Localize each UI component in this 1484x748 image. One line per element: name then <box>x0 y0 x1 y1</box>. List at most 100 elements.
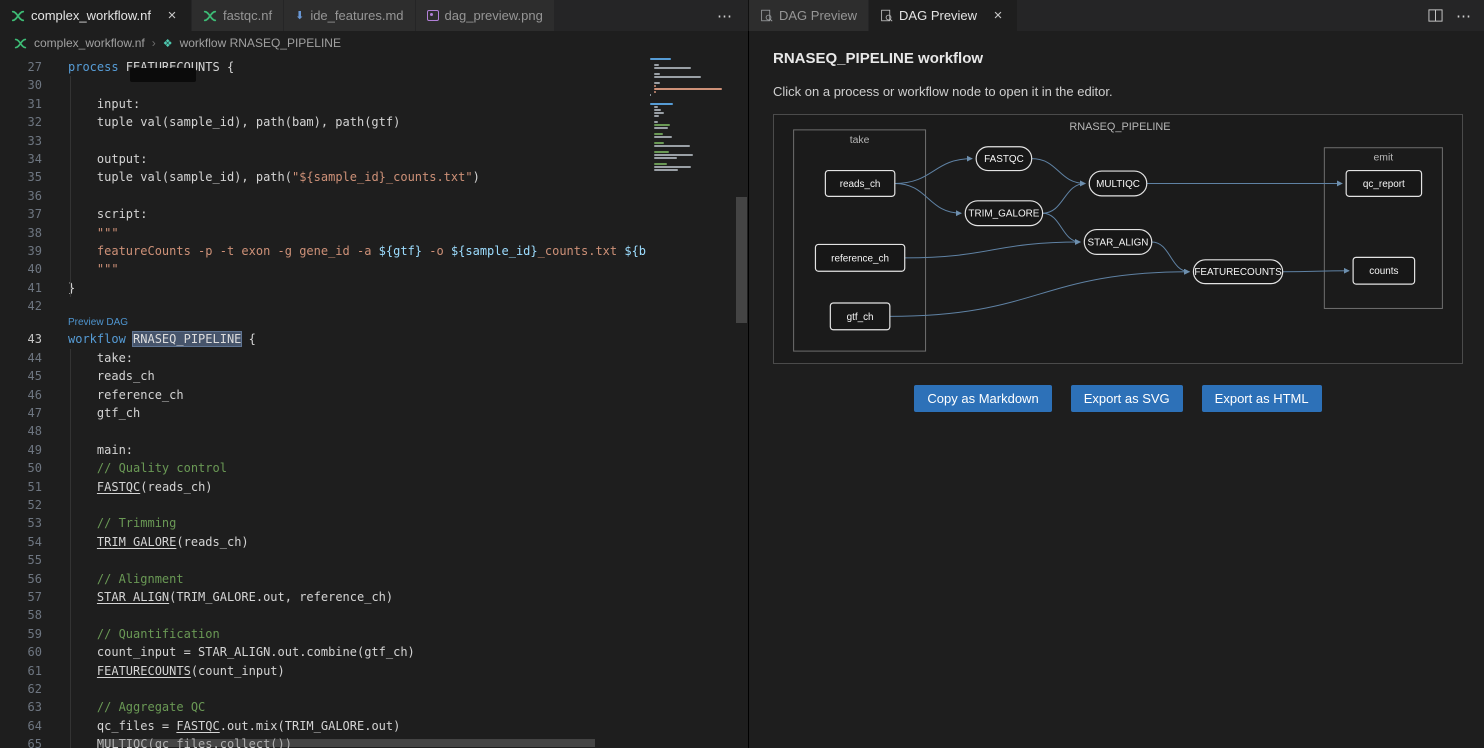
code-line[interactable]: 57 STAR_ALIGN(TRIM_GALORE.out, reference… <box>0 588 748 606</box>
code-line[interactable]: 43workflow RNASEQ_PIPELINE { <box>0 330 748 348</box>
line-number: 39 <box>0 242 42 260</box>
ide-window: complex_workflow.nf × fastqc.nf ⬇ ide_fe… <box>0 0 1484 748</box>
code-line[interactable]: 44 take: <box>0 349 748 367</box>
folded-code-indicator[interactable] <box>130 68 196 82</box>
code-line[interactable]: 46 reference_ch <box>0 386 748 404</box>
line-number: 64 <box>0 717 42 735</box>
dag-node-MULTIQC[interactable]: MULTIQC <box>1089 171 1147 196</box>
tab-dag-preview-png[interactable]: dag_preview.png <box>416 0 555 31</box>
export-as-svg-button[interactable]: Export as SVG <box>1071 385 1183 412</box>
more-tabs-icon[interactable]: ⋯ <box>717 7 732 25</box>
code-line[interactable]: 51 FASTQC(reads_ch) <box>0 478 748 496</box>
code-lines: 27process FEATURECOUNTS {3031 input:32 t… <box>0 58 748 748</box>
split-editor-icon[interactable] <box>1428 8 1443 23</box>
line-number: 30 <box>0 76 42 94</box>
cluster-label: emit <box>1374 153 1394 164</box>
breadcrumb-file[interactable]: complex_workflow.nf <box>34 36 145 50</box>
code-line[interactable]: 55 <box>0 551 748 569</box>
line-number: 50 <box>0 459 42 477</box>
tab-label: complex_workflow.nf <box>31 8 151 23</box>
code-line[interactable]: 34 output: <box>0 150 748 168</box>
vertical-scrollbar[interactable] <box>736 197 747 323</box>
tab-complex-workflow-nf[interactable]: complex_workflow.nf × <box>0 0 192 31</box>
tab-dag-preview-1[interactable]: DAG Preview <box>749 0 869 31</box>
dag-node-STAR_ALIGN[interactable]: STAR_ALIGN <box>1084 230 1151 255</box>
svg-text:FASTQC: FASTQC <box>984 154 1024 165</box>
dag-node-qc_report[interactable]: qc_report <box>1346 171 1421 197</box>
dag-node-reads_ch[interactable]: reads_ch <box>825 171 894 197</box>
code-line[interactable]: 39 featureCounts -p -t exon -g gene_id -… <box>0 242 748 260</box>
code-line[interactable]: 37 script: <box>0 205 748 223</box>
code-editor[interactable]: 27process FEATURECOUNTS {3031 input:32 t… <box>0 55 748 748</box>
code-line[interactable]: 53 // Trimming <box>0 514 748 532</box>
graph-label: RNASEQ_PIPELINE <box>1069 121 1170 133</box>
breadcrumb-symbol[interactable]: workflow RNASEQ_PIPELINE <box>180 36 341 50</box>
tab-label: DAG Preview <box>899 8 977 23</box>
dag-node-TRIM_GALORE[interactable]: TRIM_GALORE <box>965 201 1042 226</box>
code-line[interactable]: 61 FEATURECOUNTS(count_input) <box>0 662 748 680</box>
svg-text:qc_report: qc_report <box>1363 179 1405 190</box>
dag-edge-reads_ch-to-FASTQC <box>895 159 972 184</box>
horizontal-scrollbar[interactable] <box>100 739 595 747</box>
dag-edge-gtf_ch-to-FEATURECOUNTS <box>890 272 1190 317</box>
code-line[interactable]: 60 count_input = STAR_ALIGN.out.combine(… <box>0 643 748 661</box>
dag-node-FASTQC[interactable]: FASTQC <box>976 147 1032 171</box>
tab-dag-preview-2[interactable]: DAG Preview × <box>869 0 1018 31</box>
dag-node-counts[interactable]: counts <box>1353 257 1415 284</box>
code-line[interactable]: 56 // Alignment <box>0 570 748 588</box>
line-number: 37 <box>0 205 42 223</box>
codelens-preview-dag[interactable]: Preview DAG <box>0 315 748 330</box>
nextflow-icon <box>14 37 27 50</box>
line-number: 48 <box>0 422 42 440</box>
code-line[interactable]: 42 <box>0 297 748 315</box>
line-number: 61 <box>0 662 42 680</box>
editor-tab-group-right: DAG Preview DAG Preview × ⋯ <box>748 0 1484 31</box>
dag-node-reference_ch[interactable]: reference_ch <box>815 244 904 271</box>
breadcrumb-separator-icon: › <box>152 36 156 50</box>
tab-fastqc-nf[interactable]: fastqc.nf <box>192 0 284 31</box>
code-line[interactable]: 59 // Quantification <box>0 625 748 643</box>
dag-edge-TRIM_GALORE-to-STAR_ALIGN <box>1043 213 1081 242</box>
image-file-icon <box>427 10 439 21</box>
code-line[interactable]: 54 TRIM_GALORE(reads_ch) <box>0 533 748 551</box>
line-number: 59 <box>0 625 42 643</box>
tab-ide-features-md[interactable]: ⬇ ide_features.md <box>284 0 415 31</box>
code-line[interactable]: 40 """ <box>0 260 748 278</box>
copy-as-markdown-button[interactable]: Copy as Markdown <box>914 385 1051 412</box>
code-line[interactable]: 32 tuple val(sample_id), path(bam), path… <box>0 113 748 131</box>
code-line[interactable]: 47 gtf_ch <box>0 404 748 422</box>
code-line[interactable]: 58 <box>0 606 748 624</box>
preview-icon <box>760 9 773 22</box>
code-line[interactable]: 64 qc_files = FASTQC.out.mix(TRIM_GALORE… <box>0 717 748 735</box>
main-area: complex_workflow.nf › ❖ workflow RNASEQ_… <box>0 31 1484 748</box>
code-line[interactable]: 48 <box>0 422 748 440</box>
dag-node-gtf_ch[interactable]: gtf_ch <box>830 303 890 330</box>
code-line[interactable]: 63 // Aggregate QC <box>0 698 748 716</box>
code-line[interactable]: 41} <box>0 279 748 297</box>
code-line[interactable]: 62 <box>0 680 748 698</box>
code-line[interactable]: 45 reads_ch <box>0 367 748 385</box>
close-icon[interactable]: × <box>990 8 1006 23</box>
minimap[interactable] <box>650 58 728 748</box>
line-number: 27 <box>0 58 42 76</box>
code-line[interactable]: 27process FEATURECOUNTS { <box>0 58 748 76</box>
code-line[interactable]: 38 """ <box>0 224 748 242</box>
code-line[interactable]: 31 input: <box>0 95 748 113</box>
code-line[interactable]: 52 <box>0 496 748 514</box>
export-as-html-button[interactable]: Export as HTML <box>1202 385 1322 412</box>
breadcrumb[interactable]: complex_workflow.nf › ❖ workflow RNASEQ_… <box>0 31 748 55</box>
more-actions-icon[interactable]: ⋯ <box>1456 7 1471 25</box>
dag-node-FEATURECOUNTS[interactable]: FEATURECOUNTS <box>1193 260 1282 284</box>
close-icon[interactable]: × <box>164 8 180 23</box>
code-line[interactable]: 30 <box>0 76 748 94</box>
line-number: 56 <box>0 570 42 588</box>
tab-label: dag_preview.png <box>445 8 543 23</box>
markdown-file-icon: ⬇ <box>295 9 304 22</box>
code-line[interactable]: 50 // Quality control <box>0 459 748 477</box>
code-line[interactable]: 36 <box>0 187 748 205</box>
code-line[interactable]: 49 main: <box>0 441 748 459</box>
code-line[interactable]: 35 tuple val(sample_id), path("${sample_… <box>0 168 748 186</box>
code-line[interactable]: 33 <box>0 132 748 150</box>
line-number: 55 <box>0 551 42 569</box>
line-number: 53 <box>0 514 42 532</box>
